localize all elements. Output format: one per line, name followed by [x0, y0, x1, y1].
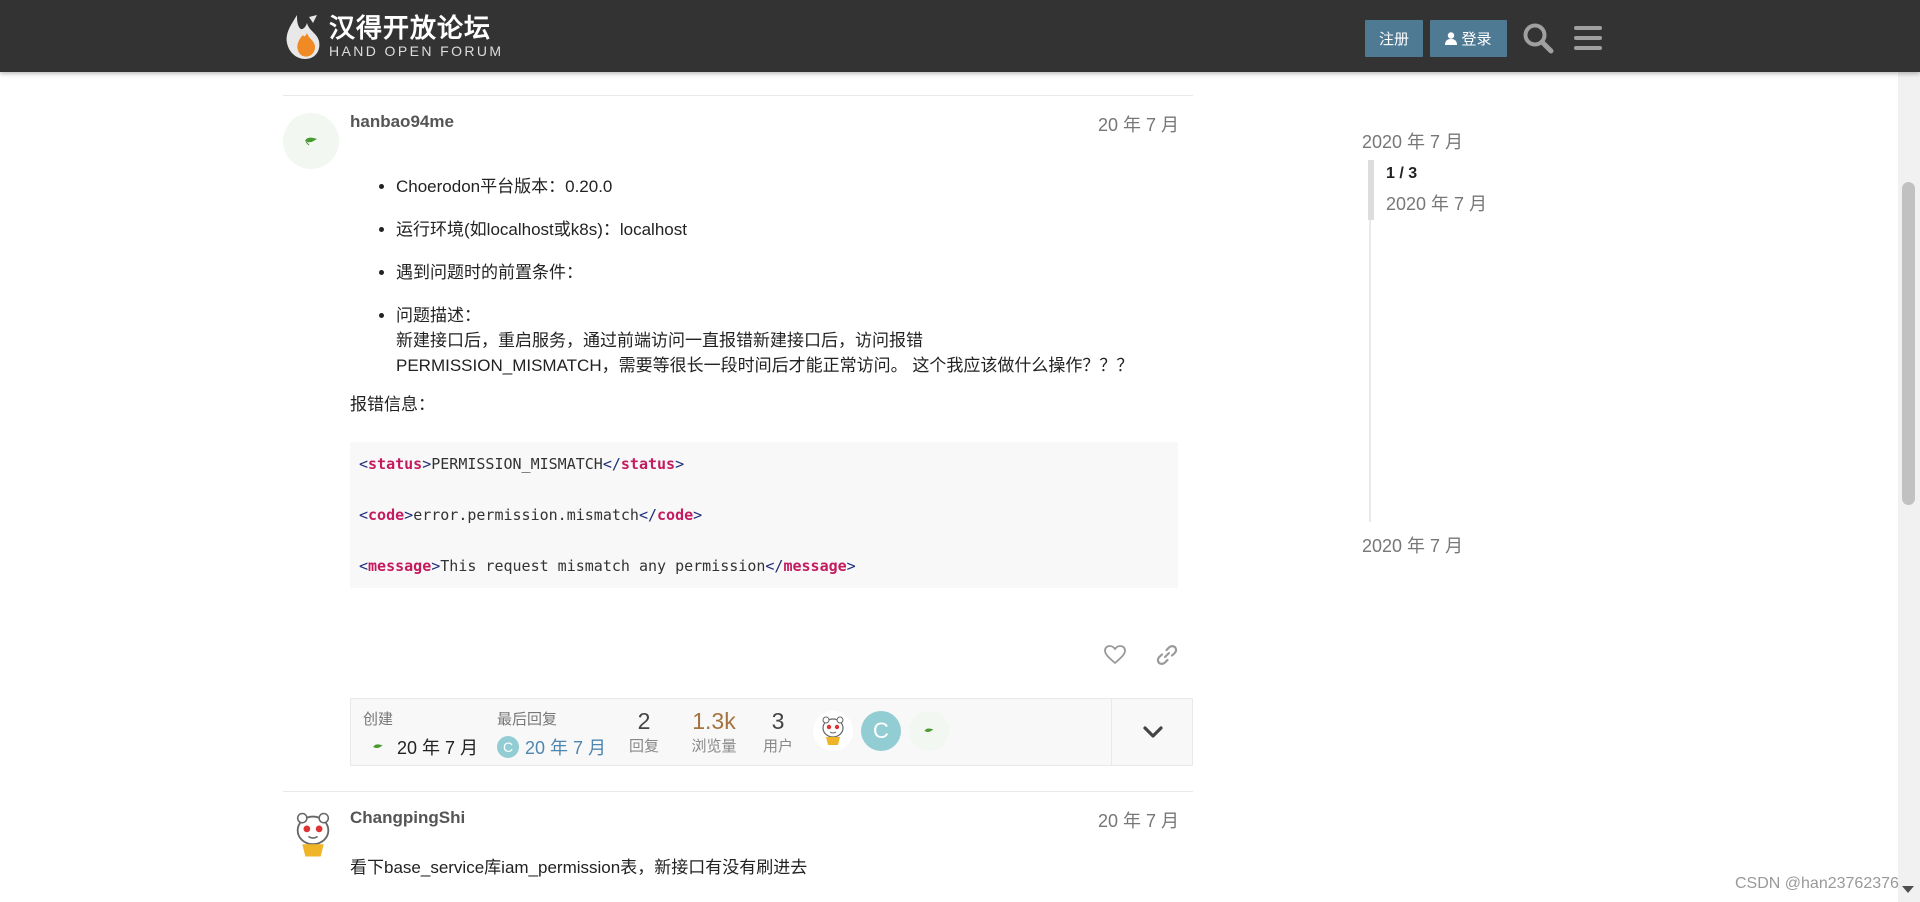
users-label: 用户: [762, 738, 793, 755]
scroll-down-arrow-icon[interactable]: [1902, 886, 1914, 893]
participant-avatar-c[interactable]: C: [861, 711, 901, 751]
post-username[interactable]: hanbao94me: [350, 112, 454, 132]
last-reply-avatar: C: [497, 736, 519, 758]
share-link-icon[interactable]: [1152, 640, 1182, 670]
timeline-position: 1 / 3: [1386, 165, 1418, 182]
cartoon-avatar-icon: [822, 716, 844, 745]
issue-text-line: PERMISSION_MISMATCH，需要等很长一段时间后才能正常访问。 这个…: [396, 356, 1134, 375]
avatar-changpingshi[interactable]: [290, 812, 336, 858]
site-logo[interactable]: 汉得开放论坛 HAND OPEN FORUM: [283, 13, 503, 61]
timeline-scroll-handle[interactable]: [1368, 160, 1374, 220]
issue-text-line: 新建接口后，重启服务，通过前端访问一直报错新建接口后，访问报错: [396, 331, 923, 350]
participant-avatar-changpingshi[interactable]: [813, 711, 853, 751]
chevron-down-icon: [1142, 726, 1163, 738]
post-content: Choerodon平台版本：0.20.0 运行环境(如localhost或k8s…: [350, 174, 1180, 417]
user-icon: [1445, 32, 1458, 45]
post-text: 看下base_service库iam_permission表，新接口有没有刷进去: [350, 858, 808, 877]
timeline-position-date: 2020 年 7 月: [1386, 194, 1488, 214]
avatar-hanbao94me[interactable]: [283, 113, 339, 169]
login-label: 登录: [1461, 30, 1492, 48]
post-date[interactable]: 20 年 7 月: [1098, 807, 1179, 833]
list-item: 运行环境(如localhost或k8s)：localhost: [396, 217, 1180, 242]
error-label: 报错信息：: [350, 395, 435, 414]
code-line: <code>error.permission.mismatch</code>: [359, 506, 703, 524]
timeline-end-date[interactable]: 2020 年 7 月: [1362, 532, 1463, 558]
scrollbar-thumb[interactable]: [1902, 182, 1915, 505]
code-line: <status>PERMISSION_MISMATCH</status>: [359, 455, 685, 473]
created-date: 20 年 7 月: [397, 738, 479, 758]
post-divider: [283, 791, 1193, 792]
topic-replies: 2 回复: [623, 708, 665, 756]
topic-users: 3 用户: [757, 708, 799, 756]
register-button[interactable]: 注册: [1365, 20, 1423, 57]
issue-title: 问题描述：: [396, 306, 481, 325]
post-bullet-list: Choerodon平台版本：0.20.0 运行环境(如localhost或k8s…: [396, 174, 1180, 378]
like-heart-icon[interactable]: [1100, 640, 1130, 670]
site-header: 汉得开放论坛 HAND OPEN FORUM 注册 登录: [0, 0, 1920, 72]
post-username[interactable]: ChangpingShi: [350, 808, 465, 828]
hamburger-menu-icon[interactable]: [1570, 20, 1606, 56]
replies-label: 回复: [628, 738, 659, 755]
cartoon-avatar-icon: [296, 812, 330, 857]
login-button[interactable]: 登录: [1430, 20, 1507, 57]
list-item: Choerodon平台版本：0.20.0: [396, 174, 1180, 199]
created-label: 创建: [363, 711, 394, 728]
code-line: <message>This request mismatch any permi…: [359, 557, 856, 575]
list-item: 遇到问题时的前置条件：: [396, 260, 1180, 285]
users-count: 3: [771, 708, 785, 734]
topic-views: 1.3k 浏览量: [685, 708, 743, 756]
logo-flame-icon: [283, 13, 323, 61]
post-divider: [283, 95, 1193, 96]
search-icon[interactable]: [1520, 20, 1556, 56]
participant-avatar-hanbao94me[interactable]: [909, 711, 949, 751]
replies-count: 2: [637, 708, 651, 734]
last-reply-label: 最后回复: [497, 711, 558, 728]
avatar-leaf-icon: [924, 728, 934, 732]
topic-last-reply[interactable]: 最后回复 C 20 年 7 月: [497, 708, 606, 760]
expand-topic-map-button[interactable]: [1111, 699, 1193, 765]
creator-avatar-leaf-icon: [373, 744, 383, 749]
code-block: <status>PERMISSION_MISMATCH</status> <co…: [350, 442, 1178, 588]
timeline-start-date[interactable]: 2020 年 7 月: [1362, 128, 1463, 154]
list-item-issue: 问题描述： 新建接口后，重启服务，通过前端访问一直报错新建接口后，访问报错 PE…: [396, 303, 1180, 378]
logo-title-cn: 汉得开放论坛: [329, 14, 492, 44]
views-count: 1.3k: [692, 708, 736, 734]
avatar-leaf-icon: [305, 137, 317, 146]
views-label: 浏览量: [691, 738, 737, 755]
topic-map: 创建 20 年 7 月 最后回复 C 20 年 7 月 2 回复 1.3k 浏览…: [350, 698, 1193, 766]
logo-title-en: HAND OPEN FORUM: [329, 43, 504, 59]
watermark: CSDN @han23762376: [1735, 875, 1899, 892]
last-reply-date: 20 年 7 月: [525, 738, 607, 758]
topic-created[interactable]: 创建 20 年 7 月: [363, 708, 478, 760]
post-date[interactable]: 20 年 7 月: [1098, 111, 1179, 137]
